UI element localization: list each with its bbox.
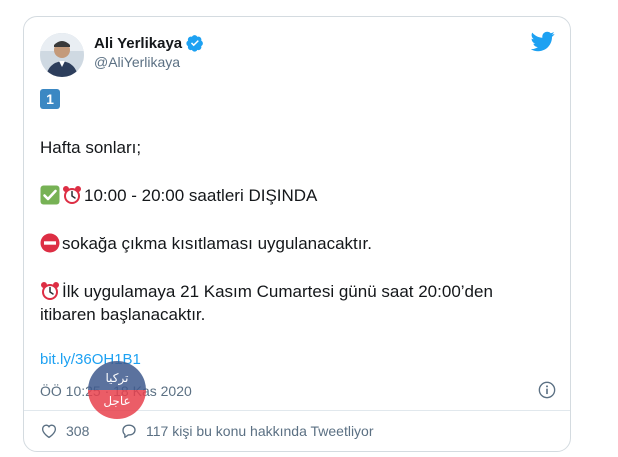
twitter-bird-icon[interactable]: [531, 29, 555, 53]
heart-icon: [41, 424, 57, 439]
no-entry-emoji-icon: [40, 233, 60, 253]
tweet-card[interactable]: Ali Yerlikaya @AliYerlikaya 1 Hafta sonl…: [23, 16, 571, 452]
like-button[interactable]: 308: [40, 422, 89, 440]
tweet-text-line-2: 10:00 - 20:00 saatleri DIŞINDA: [40, 185, 317, 207]
number-one-keycap: 1: [40, 89, 60, 109]
comment-icon: [122, 424, 136, 439]
author-row[interactable]: Ali Yerlikaya: [94, 34, 204, 52]
verified-badge-icon: [186, 35, 203, 52]
watermark-logo: تركيا عاجل: [88, 361, 146, 419]
watermark-bottom: عاجل: [88, 390, 146, 419]
time-range-text: 10:00 - 20:00 saatleri DIŞINDA: [84, 186, 318, 205]
alarm-clock-emoji-icon: [41, 282, 59, 300]
tweet-text-line-3: sokağa çıkma kısıtlaması uygulanacaktır.: [40, 233, 372, 255]
avatar[interactable]: [40, 33, 84, 77]
tweet-text-line-4: İlk uygulamaya 21 Kasım Cumartesi günü s…: [40, 281, 493, 303]
restriction-text: sokağa çıkma kısıtlaması uygulanacaktır.: [62, 234, 372, 253]
author-handle[interactable]: @AliYerlikaya: [94, 54, 180, 70]
conversation-text: 117 kişi bu konu hakkında Tweetliyor: [146, 423, 374, 439]
start-date-text: İlk uygulamaya 21 Kasım Cumartesi günü s…: [62, 282, 493, 301]
conversation-button[interactable]: 117 kişi bu konu hakkında Tweetliyor: [120, 422, 374, 440]
author-name[interactable]: Ali Yerlikaya: [94, 35, 182, 52]
avatar-image: [40, 33, 84, 77]
check-emoji-icon: [40, 185, 60, 205]
info-icon[interactable]: [538, 381, 556, 399]
like-count: 308: [66, 423, 90, 439]
alarm-clock-emoji-icon: [63, 186, 81, 204]
tweet-text-line-5: itibaren başlanacaktır.: [40, 305, 206, 324]
tweet-text-line-1: Hafta sonları;: [40, 138, 142, 157]
